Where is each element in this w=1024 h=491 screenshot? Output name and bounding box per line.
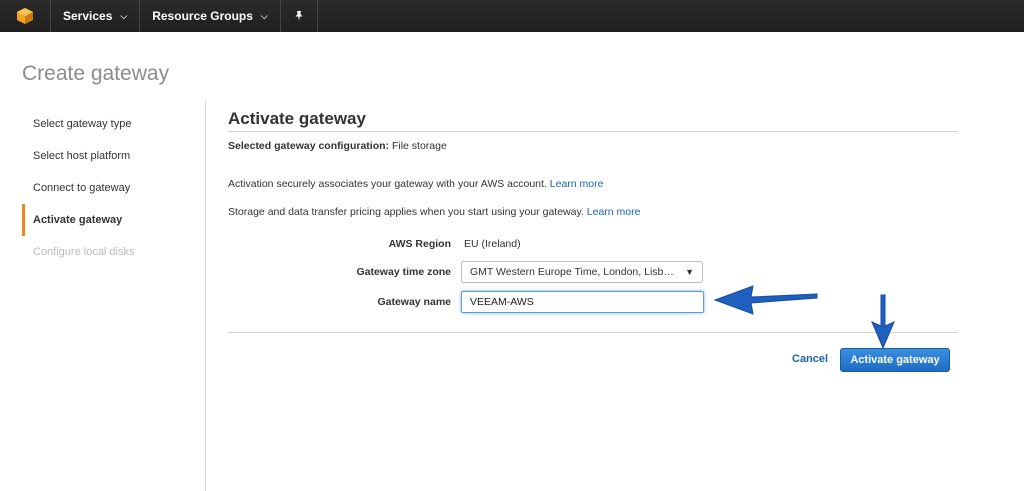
chevron-down-icon: ⌵ — [260, 10, 268, 21]
aws-cube-icon — [17, 8, 33, 24]
activation-text: Activation securely associates your gate… — [228, 178, 547, 190]
annotation-arrow-down-icon — [871, 294, 895, 350]
selected-config-line: Selected gateway configuration: File sto… — [228, 140, 958, 152]
pin-shortcut-button[interactable] — [281, 0, 318, 32]
gateway-name-row: Gateway name — [228, 290, 958, 314]
pricing-text: Storage and data transfer pricing applie… — [228, 206, 584, 218]
region-row: AWS Region EU (Ireland) — [228, 232, 958, 256]
region-label: AWS Region — [388, 238, 451, 250]
config-label: Selected gateway configuration: — [228, 140, 390, 152]
footer-divider — [228, 332, 958, 333]
resource-groups-menu[interactable]: Resource Groups ⌵ — [140, 0, 281, 32]
gateway-name-input[interactable] — [461, 291, 704, 313]
timezone-label: Gateway time zone — [356, 266, 451, 278]
step-activate-gateway[interactable]: Activate gateway — [22, 204, 202, 236]
region-value: EU (Ireland) — [464, 238, 521, 250]
top-navigation-bar: Services ⌵ Resource Groups ⌵ — [0, 0, 1024, 32]
services-menu[interactable]: Services ⌵ — [51, 0, 141, 32]
pricing-description: Storage and data transfer pricing applie… — [228, 206, 640, 218]
annotation-arrow-left-icon — [713, 285, 818, 315]
caret-down-icon: ▼ — [685, 267, 694, 277]
learn-more-link-activation[interactable]: Learn more — [550, 178, 604, 190]
wizard-steps-nav: Select gateway type Select host platform… — [22, 108, 202, 268]
step-configure-local-disks: Configure local disks — [33, 246, 135, 258]
step-select-gateway-type[interactable]: Select gateway type — [22, 108, 202, 140]
main-content: Activate gateway Selected gateway config… — [228, 100, 958, 372]
chevron-down-icon: ⌵ — [120, 10, 128, 21]
services-label: Services — [63, 9, 113, 23]
cancel-button[interactable]: Cancel — [792, 353, 828, 365]
step-select-host-platform[interactable]: Select host platform — [22, 140, 202, 172]
learn-more-link-pricing[interactable]: Learn more — [587, 206, 641, 218]
step-connect-to-gateway[interactable]: Connect to gateway — [22, 172, 202, 204]
section-title: Activate gateway — [228, 109, 366, 128]
page-title: Create gateway — [22, 62, 170, 85]
config-value: File storage — [391, 140, 447, 152]
pushpin-icon — [295, 11, 303, 21]
vertical-divider — [205, 100, 206, 491]
resource-groups-label: Resource Groups — [152, 9, 253, 23]
section-divider — [228, 131, 958, 132]
timezone-select[interactable]: GMT Western Europe Time, London, Lisb… ▼ — [461, 261, 703, 283]
activate-gateway-button[interactable]: Activate gateway — [840, 348, 950, 372]
activation-description: Activation securely associates your gate… — [228, 178, 603, 190]
gateway-name-label: Gateway name — [377, 296, 451, 308]
aws-logo[interactable] — [0, 0, 51, 32]
timezone-row: Gateway time zone GMT Western Europe Tim… — [228, 260, 958, 284]
timezone-selected-value: GMT Western Europe Time, London, Lisb… — [470, 266, 674, 278]
